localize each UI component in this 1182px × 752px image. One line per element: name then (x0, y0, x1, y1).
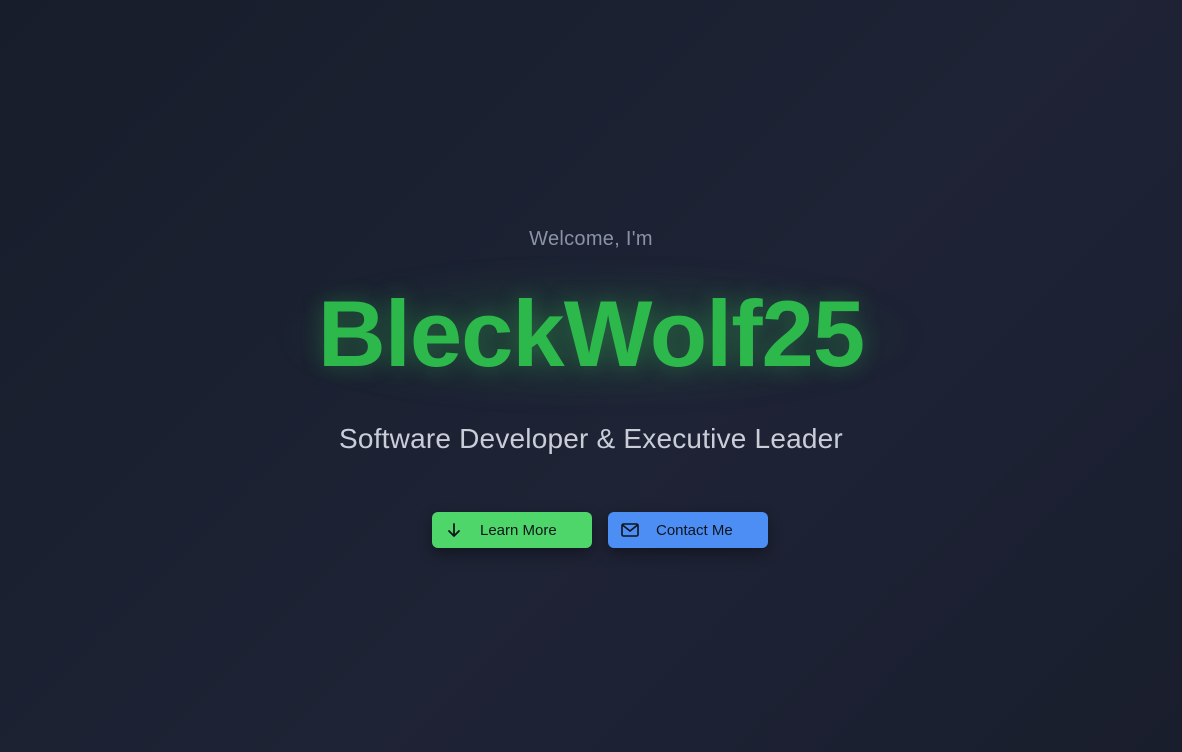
contact-me-label: Contact Me (656, 521, 733, 539)
arrow-down-icon (444, 520, 464, 540)
learn-more-button[interactable]: Learn More (432, 512, 592, 548)
hero-section: Welcome, I'm BleckWolf25 Software Develo… (0, 0, 1182, 752)
hero-tagline: Software Developer & Executive Leader (339, 423, 843, 454)
contact-me-button[interactable]: Contact Me (608, 512, 768, 548)
mail-icon (620, 520, 640, 540)
welcome-text: Welcome, I'm (529, 228, 653, 250)
learn-more-label: Learn More (480, 521, 557, 539)
hero-name: BleckWolf25 (317, 281, 865, 386)
